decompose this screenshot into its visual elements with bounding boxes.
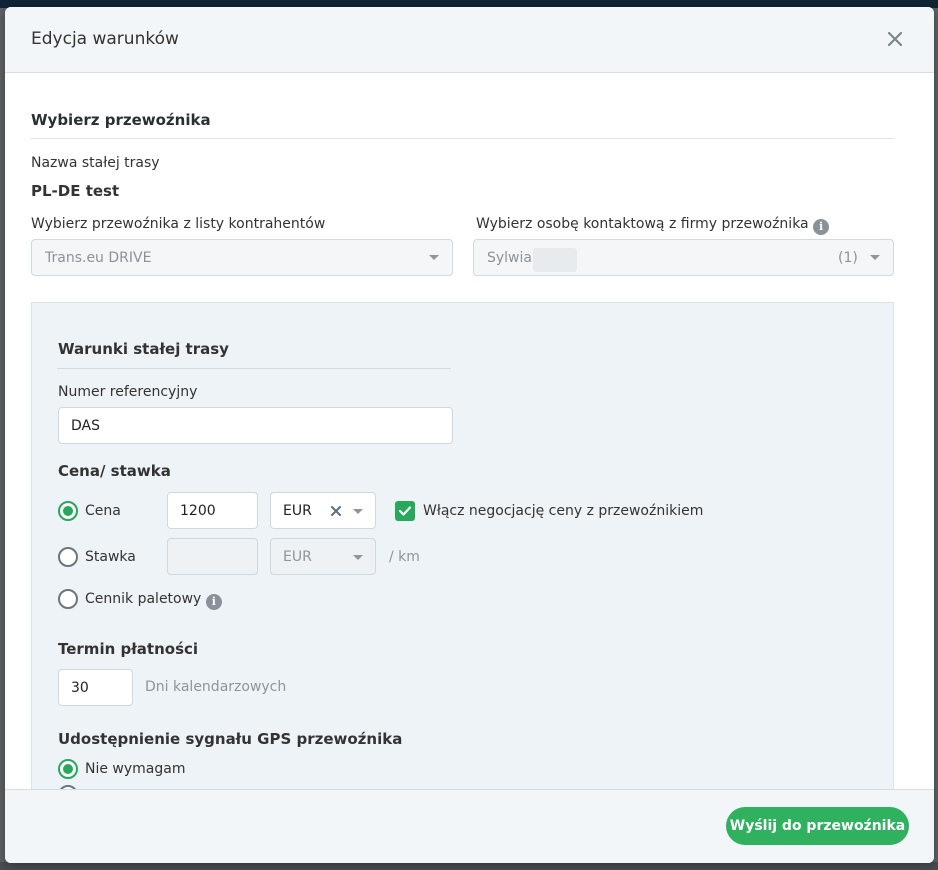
contact-select-value: Sylwia [487,250,532,266]
clear-icon[interactable] [331,506,341,516]
price-heading: Cena/ stawka [58,462,171,480]
conditions-heading: Warunki stałej trasy [58,340,229,358]
close-button[interactable] [881,25,909,53]
rate-radio[interactable] [58,547,78,567]
chevron-down-icon [353,555,363,560]
panel-divider [57,368,451,369]
pallet-option-row[interactable]: Cennik paletowy i [85,591,222,610]
rate-currency-select[interactable]: EUR [270,538,376,575]
payment-heading: Termin płatności [58,640,199,658]
price-radio-label[interactable]: Cena [85,503,121,519]
redacted-surname [533,248,577,272]
rate-currency-value: EUR [283,549,312,565]
price-input[interactable]: 1200 [167,492,258,529]
route-name-label: Nazwa stałej trasy [31,155,160,171]
carrier-section-heading: Wybierz przewoźnika [31,111,211,129]
pallet-radio-label: Cennik paletowy [85,591,202,607]
chevron-down-icon [429,255,439,260]
reference-input[interactable]: DAS [58,407,453,444]
negotiation-label[interactable]: Włącz negocjację ceny z przewoźnikiem [423,503,703,519]
check-icon [398,506,412,516]
info-icon[interactable]: i [205,594,222,610]
payment-term-value: 30 [71,680,89,696]
close-icon [888,32,902,46]
modal-footer: Wyślij do przewoźnika [5,789,934,863]
pallet-radio[interactable] [58,589,78,609]
section-divider [31,138,894,139]
rate-input[interactable] [167,538,258,575]
contractor-select-value: Trans.eu DRIVE [45,250,152,266]
contact-label-row: Wybierz osobę kontaktową z firmy przewoź… [476,216,830,235]
rate-unit: / km [389,549,420,565]
gps-not-required-radio[interactable] [58,759,78,779]
reference-value: DAS [71,418,100,434]
contact-count: (1) [838,250,858,266]
chevron-down-icon [353,509,363,514]
send-to-carrier-button[interactable]: Wyślij do przewoźnika [726,807,909,845]
price-currency-value: EUR [283,503,312,519]
payment-term-unit: Dni kalendarzowych [145,679,287,695]
negotiation-checkbox[interactable] [395,501,415,521]
contractor-select[interactable]: Trans.eu DRIVE [31,239,453,276]
payment-term-input[interactable]: 30 [58,669,133,706]
price-radio[interactable] [58,501,78,521]
gps-not-required-label[interactable]: Nie wymagam [85,761,185,777]
reference-label: Numer referencyjny [58,384,198,400]
gps-heading: Udostępnienie sygnału GPS przewoźnika [58,730,403,748]
route-conditions-panel: Warunki stałej trasy Numer referencyjny … [31,302,894,805]
price-currency-select[interactable]: EUR [270,492,376,529]
backdrop-bottom [0,862,938,870]
contractor-label: Wybierz przewoźnika z listy kontrahentów [31,216,326,232]
price-value: 1200 [180,503,216,519]
route-name-value: PL-DE test [31,182,120,200]
contact-label: Wybierz osobę kontaktową z firmy przewoź… [476,216,809,232]
chevron-down-icon [870,255,880,260]
edit-conditions-modal: Edycja warunków Wybierz przewoźnika Nazw… [5,7,934,863]
modal-title: Edycja warunków [31,29,179,49]
info-icon[interactable]: i [813,219,830,235]
rate-radio-label[interactable]: Stawka [85,549,136,565]
modal-header: Edycja warunków [5,7,934,73]
